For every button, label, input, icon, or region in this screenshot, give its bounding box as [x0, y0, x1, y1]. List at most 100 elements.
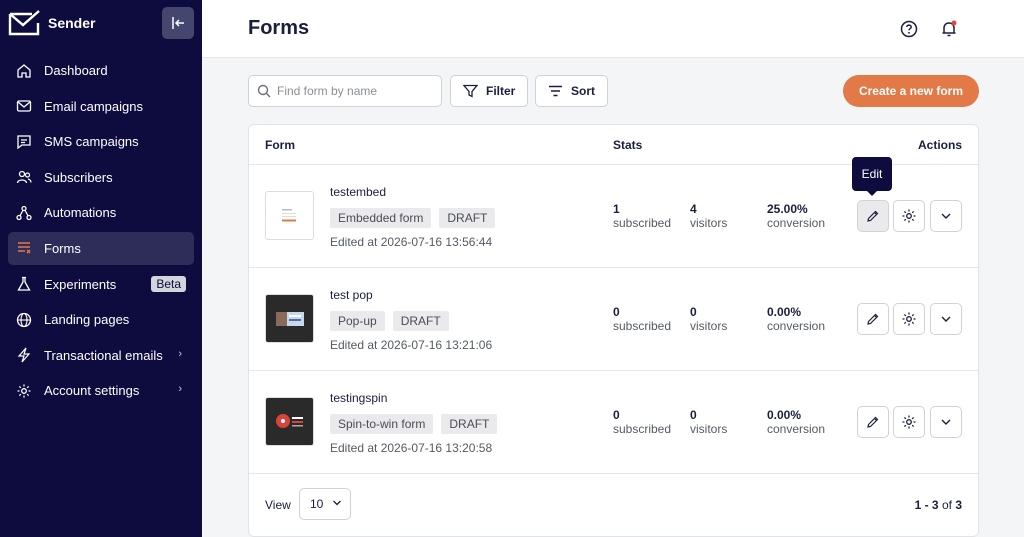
- edit-button[interactable]: [857, 406, 889, 438]
- sidebar-item-email-campaigns[interactable]: Email campaigns: [8, 90, 194, 123]
- sender-logo-icon: [8, 10, 40, 36]
- form-thumbnail[interactable]: [265, 294, 314, 343]
- more-actions-button[interactable]: [930, 200, 962, 232]
- edit-button[interactable]: [857, 200, 889, 232]
- form-tags: Pop-up DRAFT: [330, 311, 457, 331]
- stat-visitors: 0 visitors: [690, 305, 727, 333]
- sidebar-item-account-settings[interactable]: Account settings ›: [8, 374, 194, 407]
- help-icon[interactable]: [899, 19, 919, 39]
- stat-value: 0: [690, 305, 697, 319]
- form-tags: Embedded form DRAFT: [330, 208, 503, 228]
- flask-icon: [16, 276, 32, 292]
- sidebar-item-label: Dashboard: [44, 63, 108, 78]
- gear-icon: [902, 312, 916, 326]
- search-input[interactable]: [277, 84, 427, 98]
- chevron-down-icon: [941, 419, 951, 425]
- gear-icon: [16, 383, 32, 399]
- stat-value: 25.00%: [767, 202, 808, 216]
- stat-value: 0: [690, 408, 697, 422]
- pencil-icon: [867, 210, 879, 222]
- stat-conversion: 0.00% conversion: [767, 305, 825, 333]
- edited-at: Edited at 2026-07-16 13:21:06: [330, 338, 493, 352]
- search-box: [248, 75, 442, 107]
- stat-label: visitors: [690, 216, 728, 230]
- page-title: Forms: [248, 17, 310, 39]
- stat-value: 0.00%: [767, 408, 802, 422]
- stat-conversion: 0.00% conversion: [767, 408, 825, 436]
- spin-form-preview-icon: [276, 414, 303, 428]
- sort-button[interactable]: Sort: [535, 75, 608, 107]
- sidebar-item-label: SMS campaigns: [44, 134, 139, 150]
- chevron-down-icon: [941, 213, 951, 219]
- stat-label: subscribed: [613, 216, 672, 230]
- stat-subscribed: 0 subscribed: [613, 408, 671, 436]
- popup-form-preview-icon: [276, 312, 304, 326]
- stat-value: 1: [613, 202, 620, 216]
- pagination-info: 1 - 3 of 3: [915, 498, 962, 512]
- status-badge: DRAFT: [441, 414, 498, 434]
- sidebar-item-label: Email campaigns: [44, 98, 143, 114]
- stat-label: conversion: [767, 216, 826, 230]
- collapse-sidebar-button[interactable]: [162, 7, 194, 39]
- form-name[interactable]: testembed: [330, 185, 386, 199]
- pencil-icon: [867, 416, 879, 428]
- settings-button[interactable]: [893, 200, 925, 232]
- sidebar: Sender Dashboard Email campaigns SMS cam…: [0, 0, 202, 537]
- column-actions: Actions: [917, 138, 962, 152]
- sidebar-item-label: Account settings: [44, 383, 140, 399]
- stat-label: subscribed: [613, 422, 672, 436]
- sidebar-item-dashboard[interactable]: Dashboard: [8, 54, 194, 87]
- chevron-down-icon: [941, 316, 951, 322]
- form-name[interactable]: testingspin: [330, 391, 387, 405]
- filter-icon: [463, 84, 478, 98]
- more-actions-button[interactable]: [930, 303, 962, 335]
- form-thumbnail[interactable]: [265, 191, 314, 240]
- page-size-value: 10: [310, 497, 324, 511]
- sidebar-nav: Dashboard Email campaigns SMS campaigns …: [8, 54, 194, 410]
- view-label: View: [265, 498, 291, 512]
- sort-label: Sort: [571, 84, 595, 98]
- chevron-down-icon: [333, 500, 341, 506]
- brand-name: Sender: [48, 15, 96, 31]
- edited-at: Edited at 2026-07-16 13:20:58: [330, 441, 493, 455]
- stat-value: 4: [690, 202, 697, 216]
- filter-button[interactable]: Filter: [450, 75, 529, 107]
- stat-label: conversion: [767, 319, 826, 333]
- form-type-tag: Embedded form: [330, 208, 432, 228]
- gear-icon: [902, 415, 916, 429]
- edit-button[interactable]: [857, 303, 889, 335]
- create-form-button[interactable]: Create a new form: [843, 75, 979, 107]
- page-size-select[interactable]: 10: [299, 488, 351, 520]
- sidebar-item-transactional-emails[interactable]: Transactional emails ›: [8, 339, 194, 372]
- form-type-tag: Spin-to-win form: [330, 414, 434, 434]
- sidebar-item-subscribers[interactable]: Subscribers: [8, 161, 194, 194]
- home-icon: [16, 63, 32, 79]
- sidebar-item-forms[interactable]: Forms: [8, 231, 194, 265]
- sidebar-item-label: Landing pages: [44, 312, 130, 328]
- settings-button[interactable]: [893, 303, 925, 335]
- pagination-total: 3: [955, 498, 962, 512]
- form-thumbnail[interactable]: [265, 397, 314, 446]
- filter-label: Filter: [486, 84, 516, 98]
- globe-icon: [16, 312, 32, 328]
- table-row: testingspin Spin-to-win form DRAFT Edite…: [249, 371, 978, 474]
- sidebar-item-experiments[interactable]: Experiments Beta: [8, 268, 194, 301]
- stat-label: conversion: [767, 422, 826, 436]
- bell-icon[interactable]: [939, 19, 959, 39]
- chat-icon: [16, 134, 32, 150]
- sidebar-item-landing-pages[interactable]: Landing pages: [8, 303, 194, 336]
- mail-icon: [16, 98, 32, 114]
- automation-icon: [16, 205, 32, 221]
- status-badge: DRAFT: [392, 311, 449, 331]
- stat-value: 0.00%: [767, 305, 802, 319]
- more-actions-button[interactable]: [930, 406, 962, 438]
- table-row: test pop Pop-up DRAFT Edited at 2026-07-…: [249, 268, 978, 371]
- gear-icon: [902, 209, 916, 223]
- brand-logo[interactable]: Sender: [8, 9, 95, 37]
- sidebar-item-sms-campaigns[interactable]: SMS campaigns: [8, 125, 194, 158]
- edit-tooltip: Edit: [852, 157, 892, 196]
- settings-button[interactable]: [893, 406, 925, 438]
- collapse-left-icon: [172, 17, 184, 29]
- form-name[interactable]: test pop: [330, 288, 373, 302]
- sidebar-item-automations[interactable]: Automations: [8, 196, 194, 229]
